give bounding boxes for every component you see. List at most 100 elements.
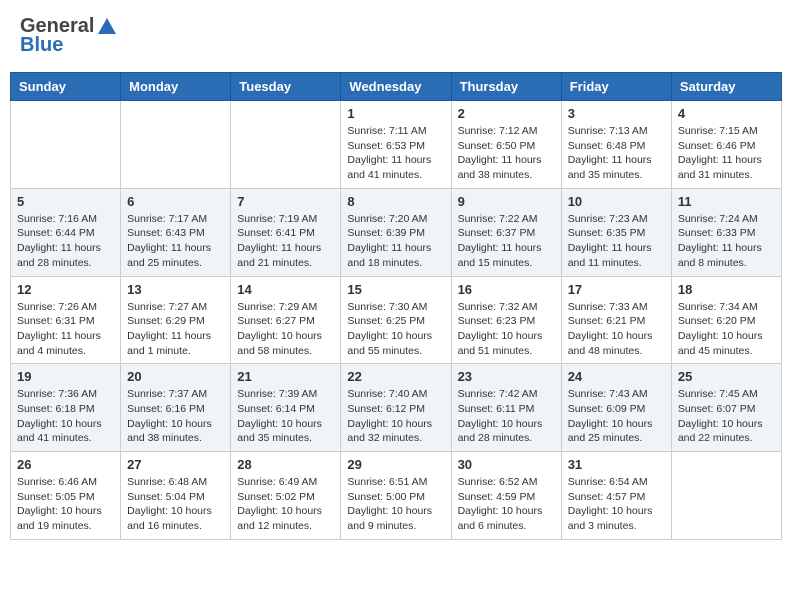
day-info: Sunrise: 7:15 AM Sunset: 6:46 PM Dayligh… xyxy=(678,124,775,183)
day-number: 7 xyxy=(237,194,334,209)
calendar-day-cell: 8 Sunrise: 7:20 AM Sunset: 6:39 PM Daylig… xyxy=(341,188,451,276)
calendar-day-cell: 3 Sunrise: 7:13 AM Sunset: 6:48 PM Daylig… xyxy=(561,101,671,189)
calendar-day-cell xyxy=(121,101,231,189)
calendar-day-cell: 2 Sunrise: 7:12 AM Sunset: 6:50 PM Daylig… xyxy=(451,101,561,189)
day-number: 20 xyxy=(127,369,224,384)
day-number: 13 xyxy=(127,282,224,297)
calendar-day-cell: 20 Sunrise: 7:37 AM Sunset: 6:16 PM Dayli… xyxy=(121,364,231,452)
day-number: 27 xyxy=(127,457,224,472)
day-number: 25 xyxy=(678,369,775,384)
logo-icon xyxy=(96,16,118,38)
day-info: Sunrise: 7:19 AM Sunset: 6:41 PM Dayligh… xyxy=(237,212,334,271)
day-info: Sunrise: 7:39 AM Sunset: 6:14 PM Dayligh… xyxy=(237,387,334,446)
calendar-week-row: 19 Sunrise: 7:36 AM Sunset: 6:18 PM Dayli… xyxy=(11,364,782,452)
day-number: 16 xyxy=(458,282,555,297)
day-number: 10 xyxy=(568,194,665,209)
day-info: Sunrise: 7:24 AM Sunset: 6:33 PM Dayligh… xyxy=(678,212,775,271)
calendar-day-cell xyxy=(11,101,121,189)
calendar-week-row: 5 Sunrise: 7:16 AM Sunset: 6:44 PM Daylig… xyxy=(11,188,782,276)
calendar-day-cell: 18 Sunrise: 7:34 AM Sunset: 6:20 PM Dayli… xyxy=(671,276,781,364)
calendar-day-cell: 28 Sunrise: 6:49 AM Sunset: 5:02 PM Dayli… xyxy=(231,452,341,540)
day-number: 5 xyxy=(17,194,114,209)
logo: General Blue xyxy=(20,15,118,57)
day-info: Sunrise: 6:48 AM Sunset: 5:04 PM Dayligh… xyxy=(127,475,224,534)
calendar-day-cell: 21Sunrise: 7:39 AM Sunset: 6:14 PM Dayli… xyxy=(231,364,341,452)
day-number: 15 xyxy=(347,282,444,297)
calendar-table: SundayMondayTuesdayWednesdayThursdayFrid… xyxy=(10,72,782,540)
calendar-day-cell: 29 Sunrise: 6:51 AM Sunset: 5:00 PM Dayli… xyxy=(341,452,451,540)
day-number: 19 xyxy=(17,369,114,384)
calendar-day-cell: 31 Sunrise: 6:54 AM Sunset: 4:57 PM Dayli… xyxy=(561,452,671,540)
day-info: Sunrise: 6:52 AM Sunset: 4:59 PM Dayligh… xyxy=(458,475,555,534)
calendar-week-row: 26Sunrise: 6:46 AM Sunset: 5:05 PM Dayli… xyxy=(11,452,782,540)
calendar-week-row: 1 Sunrise: 7:11 AM Sunset: 6:53 PM Daylig… xyxy=(11,101,782,189)
day-info: Sunrise: 7:29 AM Sunset: 6:27 PM Dayligh… xyxy=(237,300,334,359)
day-number: 23 xyxy=(458,369,555,384)
day-info: Sunrise: 7:33 AM Sunset: 6:21 PM Dayligh… xyxy=(568,300,665,359)
day-info: Sunrise: 7:11 AM Sunset: 6:53 PM Dayligh… xyxy=(347,124,444,183)
calendar-day-cell: 14Sunrise: 7:29 AM Sunset: 6:27 PM Dayli… xyxy=(231,276,341,364)
calendar-day-cell xyxy=(231,101,341,189)
calendar-day-cell: 25 Sunrise: 7:45 AM Sunset: 6:07 PM Dayli… xyxy=(671,364,781,452)
calendar-day-cell: 17 Sunrise: 7:33 AM Sunset: 6:21 PM Dayli… xyxy=(561,276,671,364)
day-number: 9 xyxy=(458,194,555,209)
day-of-week-header: Sunday xyxy=(11,73,121,101)
calendar-day-cell: 27 Sunrise: 6:48 AM Sunset: 5:04 PM Dayli… xyxy=(121,452,231,540)
day-number: 11 xyxy=(678,194,775,209)
day-info: Sunrise: 7:27 AM Sunset: 6:29 PM Dayligh… xyxy=(127,300,224,359)
calendar-day-cell: 5 Sunrise: 7:16 AM Sunset: 6:44 PM Daylig… xyxy=(11,188,121,276)
day-info: Sunrise: 7:40 AM Sunset: 6:12 PM Dayligh… xyxy=(347,387,444,446)
day-info: Sunrise: 6:46 AM Sunset: 5:05 PM Dayligh… xyxy=(17,475,114,534)
day-info: Sunrise: 7:26 AM Sunset: 6:31 PM Dayligh… xyxy=(17,300,114,359)
day-info: Sunrise: 7:17 AM Sunset: 6:43 PM Dayligh… xyxy=(127,212,224,271)
day-info: Sunrise: 7:36 AM Sunset: 6:18 PM Dayligh… xyxy=(17,387,114,446)
day-info: Sunrise: 7:32 AM Sunset: 6:23 PM Dayligh… xyxy=(458,300,555,359)
calendar-day-cell: 10Sunrise: 7:23 AM Sunset: 6:35 PM Dayli… xyxy=(561,188,671,276)
calendar-day-cell: 24Sunrise: 7:43 AM Sunset: 6:09 PM Dayli… xyxy=(561,364,671,452)
calendar-day-cell: 13 Sunrise: 7:27 AM Sunset: 6:29 PM Dayli… xyxy=(121,276,231,364)
calendar-day-cell: 22 Sunrise: 7:40 AM Sunset: 6:12 PM Dayli… xyxy=(341,364,451,452)
calendar-day-cell: 7 Sunrise: 7:19 AM Sunset: 6:41 PM Daylig… xyxy=(231,188,341,276)
calendar-day-cell: 1 Sunrise: 7:11 AM Sunset: 6:53 PM Daylig… xyxy=(341,101,451,189)
day-number: 17 xyxy=(568,282,665,297)
day-info: Sunrise: 7:22 AM Sunset: 6:37 PM Dayligh… xyxy=(458,212,555,271)
calendar-header: SundayMondayTuesdayWednesdayThursdayFrid… xyxy=(11,73,782,101)
day-number: 2 xyxy=(458,106,555,121)
calendar-body: 1 Sunrise: 7:11 AM Sunset: 6:53 PM Daylig… xyxy=(11,101,782,540)
day-info: Sunrise: 7:20 AM Sunset: 6:39 PM Dayligh… xyxy=(347,212,444,271)
day-info: Sunrise: 7:42 AM Sunset: 6:11 PM Dayligh… xyxy=(458,387,555,446)
day-of-week-header: Tuesday xyxy=(231,73,341,101)
day-number: 1 xyxy=(347,106,444,121)
calendar-day-cell xyxy=(671,452,781,540)
day-number: 31 xyxy=(568,457,665,472)
days-of-week-row: SundayMondayTuesdayWednesdayThursdayFrid… xyxy=(11,73,782,101)
calendar-day-cell: 12 Sunrise: 7:26 AM Sunset: 6:31 PM Dayli… xyxy=(11,276,121,364)
day-number: 24 xyxy=(568,369,665,384)
day-info: Sunrise: 7:34 AM Sunset: 6:20 PM Dayligh… xyxy=(678,300,775,359)
day-info: Sunrise: 7:37 AM Sunset: 6:16 PM Dayligh… xyxy=(127,387,224,446)
day-number: 3 xyxy=(568,106,665,121)
day-info: Sunrise: 7:16 AM Sunset: 6:44 PM Dayligh… xyxy=(17,212,114,271)
day-info: Sunrise: 6:51 AM Sunset: 5:00 PM Dayligh… xyxy=(347,475,444,534)
calendar-day-cell: 30 Sunrise: 6:52 AM Sunset: 4:59 PM Dayli… xyxy=(451,452,561,540)
calendar-day-cell: 4 Sunrise: 7:15 AM Sunset: 6:46 PM Daylig… xyxy=(671,101,781,189)
day-info: Sunrise: 6:49 AM Sunset: 5:02 PM Dayligh… xyxy=(237,475,334,534)
day-info: Sunrise: 7:13 AM Sunset: 6:48 PM Dayligh… xyxy=(568,124,665,183)
day-number: 29 xyxy=(347,457,444,472)
page-header: General Blue xyxy=(10,10,782,62)
day-info: Sunrise: 7:45 AM Sunset: 6:07 PM Dayligh… xyxy=(678,387,775,446)
day-number: 30 xyxy=(458,457,555,472)
day-number: 28 xyxy=(237,457,334,472)
day-number: 18 xyxy=(678,282,775,297)
day-number: 22 xyxy=(347,369,444,384)
calendar-day-cell: 6Sunrise: 7:17 AM Sunset: 6:43 PM Daylig… xyxy=(121,188,231,276)
calendar-day-cell: 23 Sunrise: 7:42 AM Sunset: 6:11 PM Dayli… xyxy=(451,364,561,452)
day-info: Sunrise: 7:12 AM Sunset: 6:50 PM Dayligh… xyxy=(458,124,555,183)
day-number: 12 xyxy=(17,282,114,297)
logo-blue-text: Blue xyxy=(20,34,63,57)
day-of-week-header: Saturday xyxy=(671,73,781,101)
day-info: Sunrise: 6:54 AM Sunset: 4:57 PM Dayligh… xyxy=(568,475,665,534)
day-number: 8 xyxy=(347,194,444,209)
day-number: 4 xyxy=(678,106,775,121)
calendar-day-cell: 16 Sunrise: 7:32 AM Sunset: 6:23 PM Dayli… xyxy=(451,276,561,364)
